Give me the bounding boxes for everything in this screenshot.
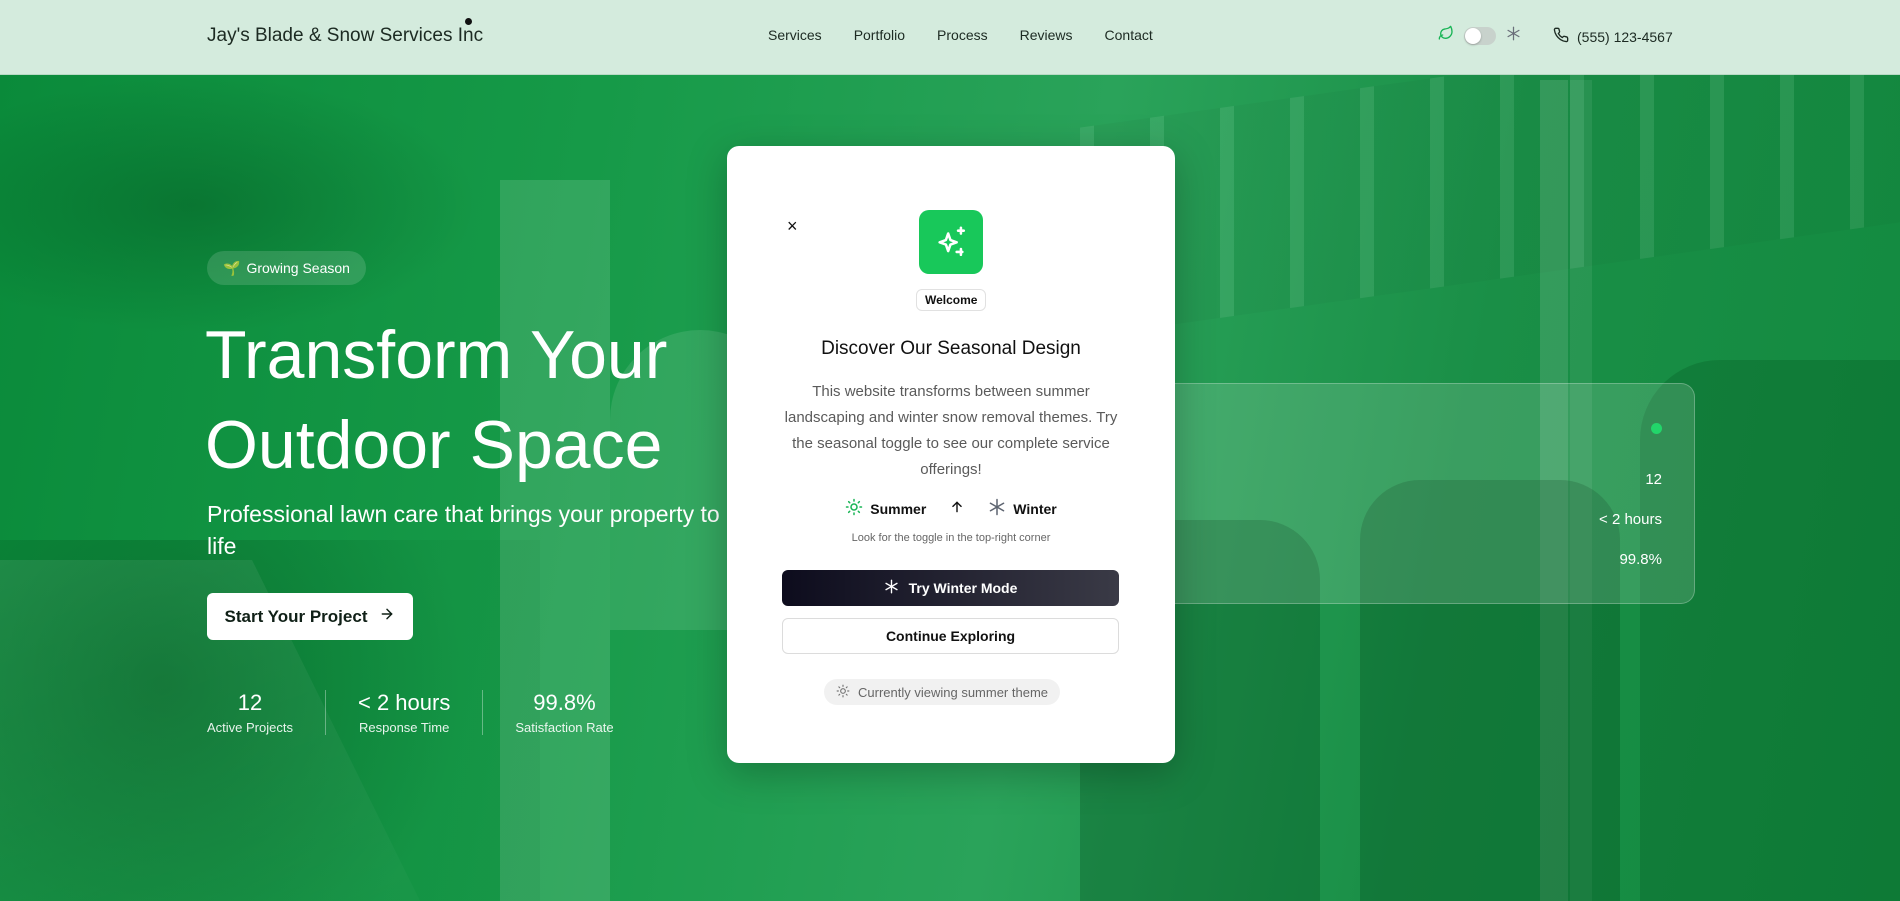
start-project-button[interactable]: Start Your Project	[207, 593, 413, 640]
switch-knob	[1465, 27, 1481, 44]
stat-active-projects: 12 Active Projects	[207, 690, 325, 735]
stat-value: 12	[237, 690, 263, 715]
hero-subhead: Professional lawn care that brings your …	[207, 501, 720, 559]
continue-exploring-button[interactable]: Continue Exploring	[782, 618, 1119, 654]
snowflake-icon	[1506, 26, 1521, 46]
bush-shape	[0, 75, 480, 335]
arrow-right-icon	[379, 606, 395, 627]
try-winter-mode-button[interactable]: Try Winter Mode	[782, 570, 1119, 606]
summer-indicator: Summer	[845, 498, 926, 519]
season-toggle[interactable]	[1438, 25, 1521, 46]
leaf-icon	[1438, 25, 1454, 46]
headline-line-1: Transform Your	[205, 317, 668, 393]
winter-indicator: Winter	[988, 498, 1057, 519]
season-badge-label: Growing Season	[246, 260, 350, 276]
hero-headline: Transform Your Outdoor Space	[205, 310, 725, 490]
glass-value-satisfaction: 99.8%	[1619, 551, 1662, 568]
nav-reviews[interactable]: Reviews	[1020, 27, 1073, 43]
glass-value-projects: 12	[1645, 471, 1662, 488]
snowflake-icon	[988, 498, 1006, 519]
cta-label: Start Your Project	[224, 606, 368, 626]
welcome-modal: × Welcome Discover Our Seasonal Design T…	[727, 146, 1175, 763]
status-dot	[1651, 423, 1662, 434]
stat-value: < 2 hours	[357, 690, 451, 715]
snowflake-icon	[884, 579, 899, 597]
phone-link[interactable]: (555) 123-4567	[1553, 27, 1673, 46]
toggle-hint: Look for the toggle in the top-right cor…	[851, 532, 1051, 544]
welcome-badge: Welcome	[916, 289, 987, 311]
phone-number: (555) 123-4567	[1577, 28, 1673, 45]
sparkles-icon	[919, 210, 983, 274]
sprout-icon: 🌱	[223, 259, 241, 276]
stat-label: Satisfaction Rate	[515, 720, 614, 735]
brand-dot	[465, 18, 472, 25]
nav-contact[interactable]: Contact	[1105, 27, 1153, 43]
modal-title: Discover Our Seasonal Design	[821, 338, 1081, 359]
arrow-up-icon	[950, 500, 964, 517]
winter-label: Winter	[1013, 500, 1057, 517]
sun-icon	[845, 498, 863, 519]
season-badge: 🌱 Growing Season	[207, 251, 366, 285]
stat-label: Response Time	[358, 720, 450, 735]
stats-glass-panel: 12 < 2 hours 99.8%	[1160, 383, 1695, 604]
site-header: Jay's Blade & Snow Services Inc Services…	[0, 0, 1900, 75]
phone-icon	[1553, 27, 1569, 46]
sun-icon	[836, 684, 850, 701]
nav-portfolio[interactable]: Portfolio	[854, 27, 905, 43]
try-winter-label: Try Winter Mode	[908, 580, 1018, 596]
season-indicator-row: Summer Winter	[727, 498, 1175, 519]
current-theme-badge: Currently viewing summer theme	[824, 679, 1061, 705]
season-switch[interactable]	[1464, 26, 1496, 45]
nav-services[interactable]: Services	[768, 27, 822, 43]
main-nav: Services Portfolio Process Reviews Conta…	[768, 27, 1153, 43]
stat-value: 99.8%	[533, 690, 596, 715]
brand-name[interactable]: Jay's Blade & Snow Services Inc	[207, 25, 483, 47]
stat-satisfaction: 99.8% Satisfaction Rate	[482, 690, 645, 735]
close-icon[interactable]: ×	[787, 216, 798, 237]
nav-process[interactable]: Process	[937, 27, 988, 43]
stat-label: Active Projects	[207, 720, 293, 735]
hero-stats: 12 Active Projects < 2 hours Response Ti…	[207, 690, 646, 735]
current-theme-label: Currently viewing summer theme	[858, 684, 1049, 700]
stat-response-time: < 2 hours Response Time	[324, 690, 482, 735]
headline-line-2: Outdoor Space	[205, 407, 663, 483]
glass-value-response: < 2 hours	[1599, 511, 1662, 528]
summer-label: Summer	[870, 500, 927, 517]
modal-description: This website transforms between summer l…	[784, 383, 1118, 478]
